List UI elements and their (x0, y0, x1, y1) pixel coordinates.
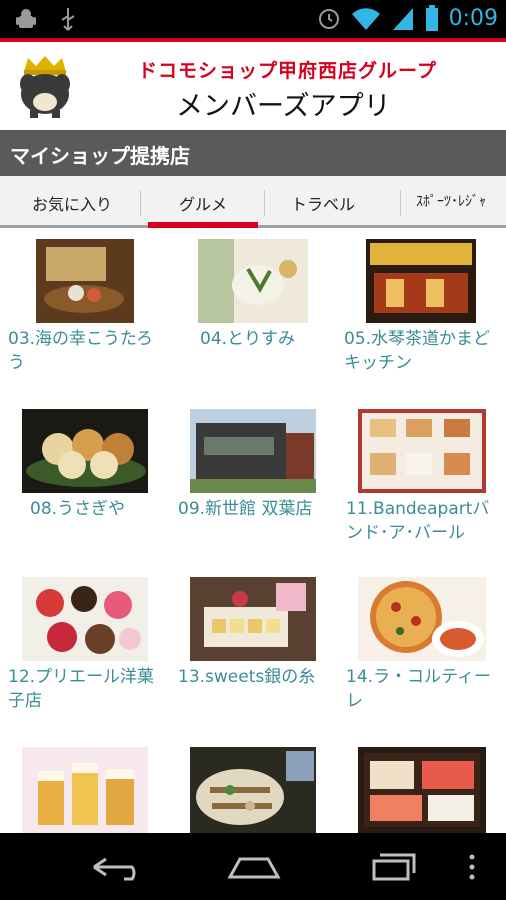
section-title: マイショップ提携店 (0, 130, 506, 176)
shop-photo (198, 239, 308, 323)
category-tabs: お気に入り グルメ トラベル ｽﾎﾟｰﾂ･ﾚｼﾞｬ (0, 176, 506, 228)
signal-icon (392, 8, 413, 30)
shop-photo (358, 409, 486, 493)
tab-divider (400, 190, 401, 216)
shop-item[interactable]: 08.うさぎや (0, 405, 168, 575)
system-nav-bar (0, 833, 506, 900)
usb-icon (61, 8, 75, 31)
android-debug-icon (16, 9, 36, 28)
shop-photo (22, 409, 148, 493)
shop-item[interactable] (0, 743, 168, 833)
shop-name: 05.水琴茶道かまどキッチン (344, 329, 491, 373)
shop-grid: 03.海の幸こうたろう 04.とりすみ 05.水琴茶道かまどキッチン 08.うさ… (0, 231, 506, 833)
crown-mascot-logo (20, 56, 70, 118)
shop-name: 13.sweets銀の糸 (178, 667, 316, 687)
active-tab-indicator (148, 222, 258, 228)
shop-photo (22, 747, 148, 833)
shop-item[interactable]: 04.とりすみ (168, 235, 336, 405)
shop-name: 09.新世館 双葉店 (178, 499, 313, 519)
shop-name: 14.ラ・コルティーレ (346, 667, 492, 711)
shop-item[interactable]: 11.Bandeapartバンド･ア･バール (336, 405, 504, 575)
status-bar: 0:09 (0, 0, 506, 38)
battery-icon (425, 5, 438, 31)
shop-item[interactable]: 09.新世館 双葉店 (168, 405, 336, 575)
wifi-icon (351, 8, 380, 30)
shop-photo (22, 577, 148, 661)
shop-photo (190, 747, 316, 833)
tab-favorites[interactable]: お気に入り (32, 191, 112, 215)
shop-name: 03.海の幸こうたろう (8, 329, 154, 373)
shop-name: 08.うさぎや (30, 499, 126, 519)
shop-photo (358, 747, 486, 833)
shop-item[interactable]: 12.プリエール洋菓子店 (0, 573, 168, 743)
tab-divider (140, 190, 141, 216)
tab-travel[interactable]: トラベル (291, 191, 355, 215)
alarm-icon (318, 9, 339, 29)
tab-gourmet[interactable]: グルメ (179, 191, 227, 215)
shop-item[interactable] (336, 743, 504, 833)
shop-photo (366, 239, 476, 323)
clock-time: 0:09 (448, 5, 498, 31)
shop-item[interactable]: 13.sweets銀の糸 (168, 573, 336, 743)
overflow-menu-icon[interactable] (462, 851, 482, 883)
recent-apps-icon[interactable] (364, 851, 424, 883)
app-header: ドコモショップ甲府西店グループ メンバーズアプリ (0, 42, 506, 130)
shop-item[interactable]: 03.海の幸こうたろう (0, 235, 168, 405)
app-title: メンバーズアプリ (176, 91, 391, 122)
shop-photo (36, 239, 134, 323)
shop-name: 11.Bandeapartバンド･ア･バール (346, 499, 490, 543)
shop-photo (358, 577, 486, 661)
shop-name: 04.とりすみ (200, 329, 296, 349)
tab-divider (264, 190, 265, 216)
shop-item[interactable] (168, 743, 336, 833)
app-subtitle: ドコモショップ甲府西店グループ (138, 60, 437, 82)
back-icon[interactable] (88, 851, 148, 883)
shop-item[interactable]: 05.水琴茶道かまどキッチン (336, 235, 504, 405)
shop-photo (190, 577, 316, 661)
tab-sports-leisure[interactable]: ｽﾎﾟｰﾂ･ﾚｼﾞｬ (416, 191, 486, 211)
home-icon[interactable] (224, 851, 284, 883)
shop-name: 12.プリエール洋菓子店 (8, 667, 155, 711)
shop-item[interactable]: 14.ラ・コルティーレ (336, 573, 504, 743)
shop-photo (190, 409, 316, 493)
